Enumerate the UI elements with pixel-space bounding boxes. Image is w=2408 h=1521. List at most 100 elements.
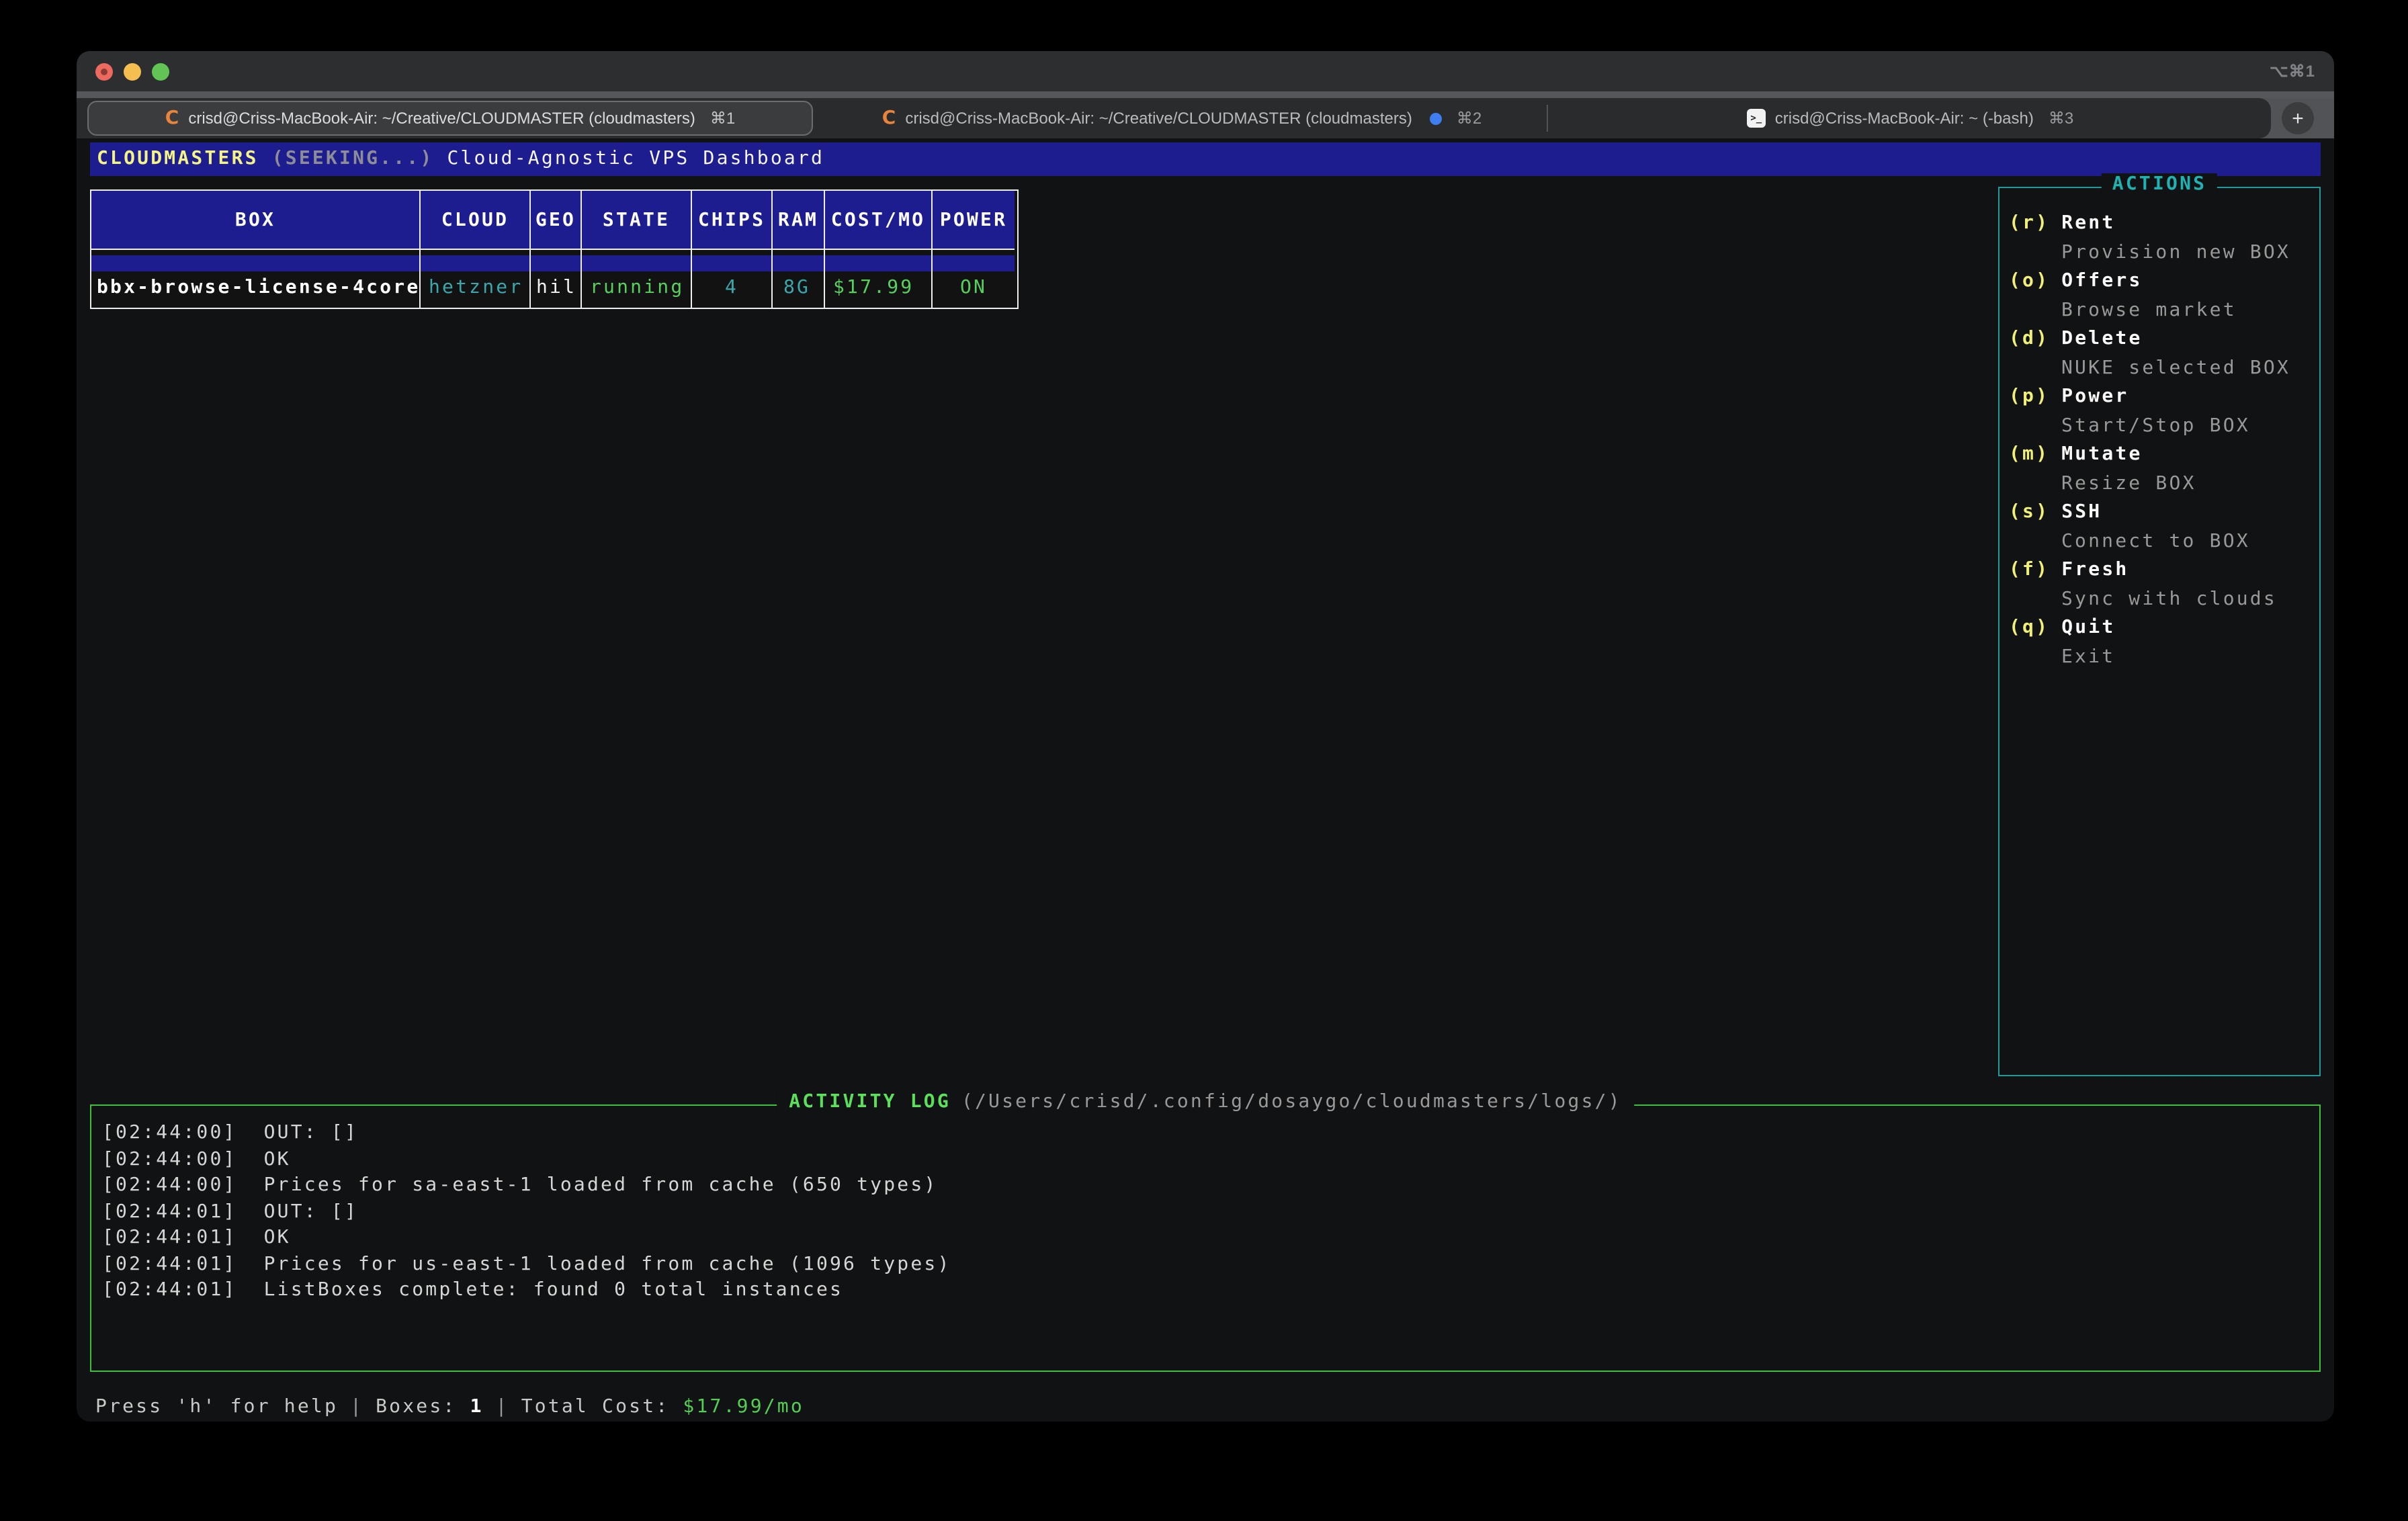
action-label: Power: [2061, 386, 2128, 407]
cloudmasters-app-icon: C: [882, 107, 896, 129]
tab-bash-3[interactable]: >_ crisd@Criss-MacBook-Air: ~ (-bash) ⌘3: [1549, 98, 2271, 138]
log-timestamp: [02:44:01]: [102, 1279, 237, 1301]
modified-indicator-icon: [101, 69, 108, 75]
tab-cloudmaster-2[interactable]: C crisd@Criss-MacBook-Air: ~/Creative/CL…: [816, 98, 1548, 138]
activity-log-path: (/Users/crisd/.config/dosaygo/cloudmaste…: [961, 1091, 1622, 1113]
log-message: OUT: []: [264, 1122, 358, 1143]
action-key: (p): [2009, 386, 2049, 407]
action-rent[interactable]: (r)Rent Provision new BOX: [2000, 210, 2319, 267]
separator: |: [496, 1396, 509, 1418]
action-power[interactable]: (p) Power Start/Stop BOX: [2000, 383, 2319, 441]
status-bar: Press 'h' for help|Boxes: 1|Total Cost: …: [95, 1393, 804, 1420]
close-button[interactable]: [95, 63, 113, 81]
window-titlebar: ⌥⌘1: [77, 51, 2334, 91]
cloudmasters-app-icon: C: [165, 107, 179, 129]
column-header-geo: GEO: [531, 191, 582, 250]
action-label: Fresh: [2061, 559, 2128, 580]
boxes-count: 1: [470, 1396, 484, 1418]
tab-activity-dot-icon: [1430, 112, 1442, 124]
window-hotkey-badge: ⌥⌘1: [2270, 51, 2315, 91]
action-description: Sync with clouds: [2000, 585, 2319, 614]
action-description: NUKE selected BOX: [2000, 354, 2319, 383]
action-quit[interactable]: (q)Quit Exit: [2000, 614, 2319, 672]
table-row-cell-box[interactable]: bbx-browse-license-4core: [91, 250, 421, 308]
action-mutate[interactable]: (m) Mutate Resize BOX: [2000, 441, 2319, 498]
total-cost-label: Total Cost:: [521, 1396, 670, 1418]
action-description: Start/Stop BOX: [2000, 412, 2319, 441]
action-offers[interactable]: (o)Offers Browse market: [2000, 267, 2319, 325]
action-key: (d): [2009, 328, 2049, 349]
action-key: (o): [2009, 270, 2049, 292]
screen: ⌥⌘1 C crisd@Criss-MacBook-Air: ~/Creativ…: [0, 0, 2408, 1521]
log-entry: [02:44:01] Prices for us-east-1 loaded fr…: [102, 1252, 2319, 1278]
actions-panel: ACTIONS (r)Rent Provision new BOX (o)Off…: [1998, 187, 2321, 1076]
tab-title: crisd@Criss-MacBook-Air: ~/Creative/CLOU…: [905, 109, 1412, 128]
activity-log-title: ACTIVITY LOG (/Users/crisd/.config/dosayg…: [777, 1091, 1634, 1113]
tab-shortcut: ⌘2: [1457, 109, 1481, 128]
minimize-button[interactable]: [124, 63, 141, 81]
terminal-content: CLOUDMASTERS(SEEKING...)Cloud-Agnostic V…: [77, 138, 2334, 1422]
action-key: (f): [2009, 559, 2049, 580]
log-message: OK: [264, 1227, 291, 1248]
action-key: (r): [2009, 212, 2049, 234]
table-row-cell-cloud[interactable]: hetzner: [421, 250, 531, 308]
action-label: Mutate: [2061, 443, 2142, 465]
tab-shortcut: ⌘3: [2049, 109, 2073, 128]
zoom-button[interactable]: [152, 63, 169, 81]
action-label: SSH: [2061, 501, 2102, 523]
traffic-lights: [95, 63, 169, 81]
column-header-box: BOX: [91, 191, 421, 250]
activity-log-name: ACTIVITY LOG: [789, 1091, 951, 1113]
action-label: Rent: [2061, 212, 2115, 234]
column-header-cost: COST/MO: [825, 191, 933, 250]
action-ssh[interactable]: (s)SSH Connect to BOX: [2000, 498, 2319, 556]
action-key: (m): [2009, 443, 2049, 465]
app-header-bar: CLOUDMASTERS(SEEKING...)Cloud-Agnostic V…: [90, 142, 2321, 176]
tab-bar: C crisd@Criss-MacBook-Air: ~/Creative/CL…: [77, 98, 2334, 138]
plus-icon: +: [2292, 107, 2304, 130]
log-timestamp: [02:44:00]: [102, 1174, 237, 1196]
action-fresh[interactable]: (f) Fresh Sync with clouds: [2000, 556, 2319, 614]
log-entry: [02:44:00] Prices for sa-east-1 loaded fr…: [102, 1173, 2319, 1199]
action-key: (s): [2009, 501, 2049, 523]
table-row-cell-state[interactable]: running: [582, 250, 692, 308]
log-message: Prices for sa-east-1 loaded from cache (…: [264, 1174, 938, 1196]
log-timestamp: [02:44:01]: [102, 1201, 237, 1222]
action-description: Exit: [2000, 643, 2319, 672]
total-cost-value: $17.99/mo: [683, 1396, 804, 1418]
column-header-cloud: CLOUD: [421, 191, 531, 250]
new-tab-button[interactable]: +: [2282, 102, 2314, 134]
terminal-window: ⌥⌘1 C crisd@Criss-MacBook-Air: ~/Creativ…: [77, 51, 2334, 1422]
action-label: Quit: [2061, 617, 2115, 638]
log-entry: [02:44:00] OK: [102, 1147, 2319, 1173]
table-row-cell-cost[interactable]: $17.99: [825, 250, 933, 308]
column-header-ram: RAM: [773, 191, 825, 250]
log-entry: [02:44:00]OUT: []: [102, 1121, 2319, 1147]
table-row-cell-power[interactable]: ON: [933, 250, 1015, 308]
table-row-cell-ram[interactable]: 8G: [773, 250, 825, 308]
separator: |: [350, 1396, 363, 1418]
log-entry: [02:44:01]OK: [102, 1225, 2319, 1252]
action-description: Resize BOX: [2000, 470, 2319, 498]
action-delete[interactable]: (d) Delete NUKE selected BOX: [2000, 325, 2319, 383]
actions-panel-title: ACTIONS: [2102, 173, 2217, 195]
table-row-cell-geo[interactable]: hil: [531, 250, 582, 308]
column-header-power: POWER: [933, 191, 1015, 250]
activity-log-panel[interactable]: ACTIVITY LOG(/Users/crisd/.config/dosayg…: [90, 1104, 2321, 1372]
tab-title: crisd@Criss-MacBook-Air: ~/Creative/CLOU…: [188, 109, 695, 128]
log-timestamp: [02:44:00]: [102, 1148, 237, 1170]
app-subtitle: Cloud-Agnostic VPS Dashboard: [447, 148, 824, 169]
tab-cloudmaster-1[interactable]: C crisd@Criss-MacBook-Air: ~/Creative/CL…: [87, 101, 813, 136]
log-entry: [02:44:01] OUT: []: [102, 1199, 2319, 1225]
log-message: Prices for us-east-1 loaded from cache (…: [264, 1253, 951, 1274]
log-timestamp: [02:44:01]: [102, 1253, 237, 1274]
action-label: Delete: [2061, 328, 2142, 349]
log-message: ListBoxes complete: found 0 total instan…: [264, 1279, 843, 1301]
action-label: Offers: [2061, 270, 2142, 292]
box-table: BOX CLOUD GEO STATE CHIPS RAM COST/MO PO…: [90, 189, 1019, 309]
table-row-cell-chips[interactable]: 4: [692, 250, 773, 308]
log-message: OK: [264, 1148, 291, 1170]
actions-list: (r)Rent Provision new BOX (o)Offers Brow…: [2000, 188, 2319, 672]
column-header-state: STATE: [582, 191, 692, 250]
log-message: OUT: []: [264, 1201, 358, 1222]
